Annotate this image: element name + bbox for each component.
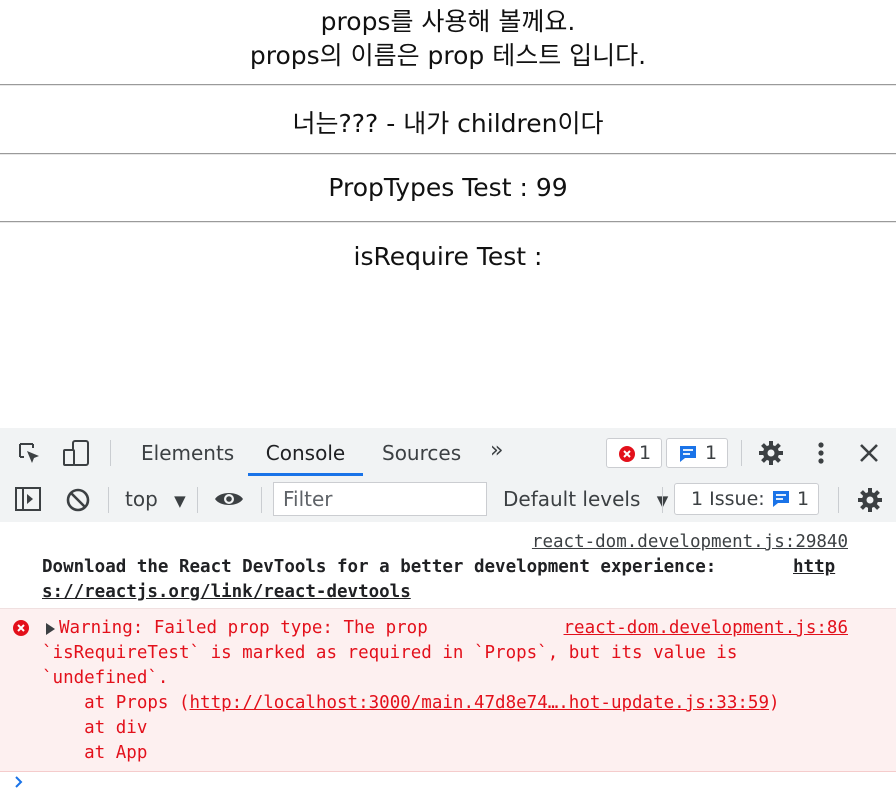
devtools-link-part1[interactable]: http	[793, 557, 835, 577]
expand-triangle-icon[interactable]	[44, 622, 56, 636]
console-settings-gear-icon[interactable]	[856, 486, 884, 514]
stack-frame-link[interactable]: http://localhost:3000/main.47d8e74….hot-…	[190, 693, 769, 713]
toolbar-separator	[261, 487, 262, 513]
toolbar-separator	[110, 440, 111, 466]
toolbar-separator	[838, 487, 839, 513]
devtools-link-part2[interactable]: s://reactjs.org/link/react-devtools	[42, 582, 411, 602]
error-count-badge[interactable]: 1	[606, 438, 662, 468]
toolbar-separator	[197, 487, 198, 513]
stack-frame-app: at App	[42, 743, 148, 763]
console-message-info: react-dom.development.js:29840 Download …	[0, 522, 896, 609]
props-intro-text: props를 사용해 볼께요.	[320, 7, 576, 36]
tab-elements[interactable]: Elements	[141, 428, 234, 476]
clear-console-icon[interactable]	[64, 486, 92, 514]
message-count: 1	[705, 442, 718, 464]
console-prompt-icon[interactable]	[14, 776, 26, 788]
console-message-error: Warning: Failed prop type: The prop reac…	[0, 609, 896, 772]
devtools-panel: Elements Console Sources » 1 1 top ▼ Fil…	[0, 428, 896, 788]
close-devtools-icon[interactable]	[856, 440, 882, 466]
console-output: react-dom.development.js:29840 Download …	[0, 522, 896, 788]
message-icon	[773, 491, 789, 507]
inspect-element-icon[interactable]	[16, 440, 44, 468]
app-viewport: props를 사용해 볼께요. props의 이름은 prop 테스트 입니다.…	[0, 0, 896, 428]
toolbar-separator	[662, 487, 663, 513]
more-tabs-button[interactable]: »	[490, 428, 503, 476]
divider	[0, 84, 896, 86]
toolbar-separator	[108, 487, 109, 513]
context-value: top	[125, 487, 158, 511]
issues-count: 1	[797, 488, 810, 510]
filter-input[interactable]: Filter	[273, 482, 487, 516]
error-count: 1	[639, 442, 652, 464]
error-line-3: `undefined`.	[42, 668, 169, 688]
issues-label: 1 Issue:	[691, 488, 765, 510]
error-line-2: `isRequireTest` is marked as required in…	[42, 643, 738, 663]
tab-console[interactable]: Console	[248, 428, 363, 476]
show-sidebar-icon[interactable]	[14, 486, 42, 512]
error-icon	[13, 620, 29, 636]
source-link[interactable]: react-dom.development.js:29840	[532, 532, 848, 552]
info-message-text: Download the React DevTools for a better…	[42, 557, 727, 577]
isrequire-text: isRequire Test :	[353, 242, 543, 271]
error-source-link[interactable]: react-dom.development.js:86	[564, 618, 848, 638]
error-line-1: Warning: Failed prop type: The prop	[59, 618, 428, 638]
dropdown-arrow-icon: ▼	[174, 492, 186, 510]
stack-frame-div: at div	[42, 718, 148, 738]
console-toolbar: top ▼ Filter Default levels ▼ 1 Issue: 1	[0, 476, 896, 523]
context-select[interactable]: top ▼	[125, 487, 186, 511]
device-toolbar-icon[interactable]	[60, 438, 92, 468]
toolbar-separator	[741, 440, 742, 466]
divider	[0, 221, 896, 223]
props-name-text: props의 이름은 prop 테스트 입니다.	[249, 41, 647, 70]
error-icon	[619, 446, 635, 462]
stack-frame-props: at Props (http://localhost:3000/main.47d…	[42, 693, 780, 713]
log-levels-value: Default levels	[503, 487, 641, 511]
proptypes-text: PropTypes Test : 99	[328, 173, 568, 202]
settings-gear-icon[interactable]	[757, 439, 785, 467]
divider	[0, 153, 896, 155]
message-icon	[680, 446, 696, 462]
live-expression-eye-icon[interactable]	[213, 488, 245, 510]
issues-button[interactable]: 1 Issue: 1	[674, 483, 819, 515]
log-levels-select[interactable]: Default levels ▼	[503, 487, 668, 511]
more-options-icon[interactable]	[810, 439, 832, 467]
children-text: 너는??? - 내가 children이다	[292, 109, 604, 138]
message-count-badge[interactable]: 1	[666, 438, 728, 468]
tab-sources[interactable]: Sources	[382, 428, 461, 476]
devtools-tabbar: Elements Console Sources » 1 1	[0, 428, 896, 477]
